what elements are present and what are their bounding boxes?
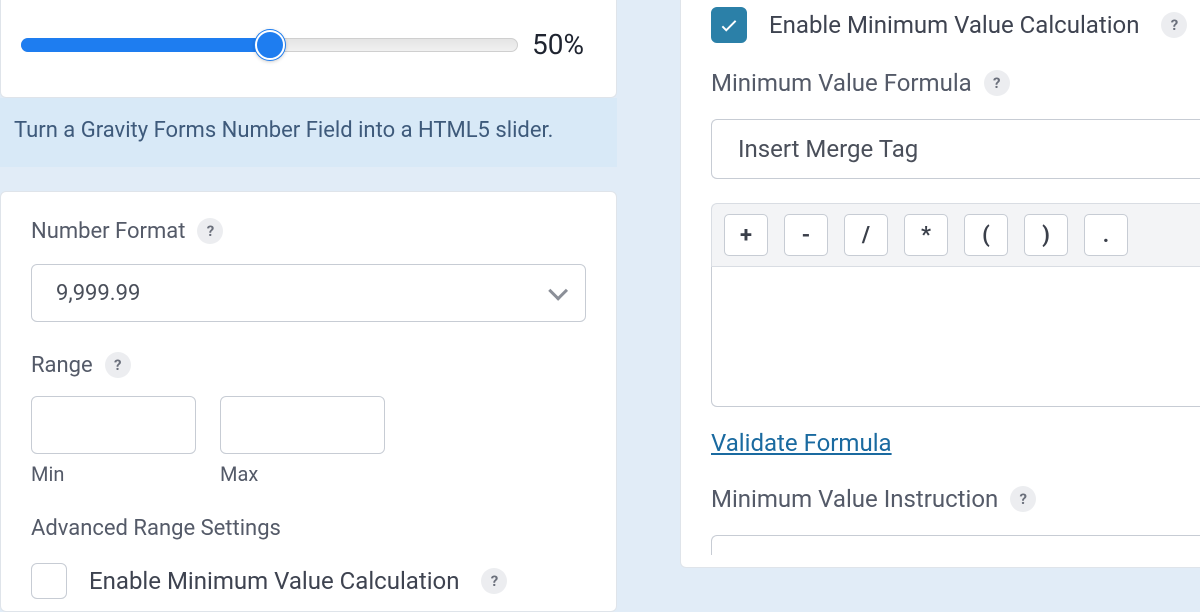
range-min-label: Min — [31, 462, 196, 486]
check-icon — [718, 14, 740, 36]
min-instruction-label-text: Minimum Value Instruction — [711, 485, 998, 513]
min-instruction-label: Minimum Value Instruction ? — [711, 485, 1200, 513]
field-settings-panel: Number Format ? 9,999.99 Range ? Min Max — [0, 191, 617, 612]
enable-min-calc-row-right: Enable Minimum Value Calculation ? — [711, 7, 1200, 43]
operator-toolbar: + - / * ( ) . — [711, 203, 1200, 267]
enable-min-calc-label: Enable Minimum Value Calculation — [89, 567, 459, 595]
left-column: 50% Turn a Gravity Forms Number Field in… — [0, 0, 617, 612]
operator-dot-button[interactable]: . — [1084, 214, 1128, 256]
formula-textarea[interactable] — [711, 267, 1200, 407]
slider-preview-panel: 50% — [0, 0, 617, 98]
range-min-input[interactable] — [31, 396, 196, 454]
operator-divide-button[interactable]: / — [844, 214, 888, 256]
operator-multiply-button[interactable]: * — [904, 214, 948, 256]
merge-tag-select[interactable]: Insert Merge Tag — [711, 119, 1200, 179]
validate-formula-link[interactable]: Validate Formula — [711, 429, 892, 457]
min-formula-label-text: Minimum Value Formula — [711, 69, 972, 97]
operator-plus-button[interactable]: + — [724, 214, 768, 256]
range-inputs: Min Max — [31, 396, 586, 486]
slider-row: 50% — [21, 28, 596, 61]
enable-min-calc-row-left: Enable Minimum Value Calculation ? — [31, 563, 586, 599]
help-icon[interactable]: ? — [481, 568, 507, 594]
help-icon[interactable]: ? — [1161, 12, 1187, 38]
help-icon[interactable]: ? — [105, 352, 131, 378]
advanced-range-heading: Advanced Range Settings — [31, 516, 586, 541]
number-format-label: Number Format ? — [31, 218, 586, 244]
calculation-panel: Enable Minimum Value Calculation ? Minim… — [680, 0, 1200, 568]
operator-close-paren-button[interactable]: ) — [1024, 214, 1068, 256]
help-icon[interactable]: ? — [984, 70, 1010, 96]
range-max-label: Max — [220, 462, 385, 486]
merge-tag-placeholder: Insert Merge Tag — [738, 135, 918, 163]
slider-thumb[interactable] — [255, 30, 285, 60]
operator-open-paren-button[interactable]: ( — [964, 214, 1008, 256]
number-format-select[interactable]: 9,999.99 — [31, 264, 586, 322]
right-column: Enable Minimum Value Calculation ? Minim… — [680, 0, 1200, 568]
range-max-input[interactable] — [220, 396, 385, 454]
min-formula-label: Minimum Value Formula ? — [711, 69, 1200, 97]
operator-minus-button[interactable]: - — [784, 214, 828, 256]
range-label: Range ? — [31, 352, 586, 378]
number-format-label-text: Number Format — [31, 219, 185, 244]
help-icon[interactable]: ? — [197, 218, 223, 244]
range-min-wrap: Min — [31, 396, 196, 486]
enable-min-calc-checkbox[interactable] — [711, 7, 747, 43]
slider-value: 50% — [532, 28, 596, 61]
min-instruction-input[interactable] — [711, 535, 1200, 555]
enable-min-calc-checkbox[interactable] — [31, 563, 67, 599]
enable-min-calc-label: Enable Minimum Value Calculation — [769, 11, 1139, 39]
slider-caption: Turn a Gravity Forms Number Field into a… — [0, 98, 617, 167]
number-format-selected: 9,999.99 — [56, 281, 140, 306]
range-max-wrap: Max — [220, 396, 385, 486]
range-block: Range ? Min Max — [31, 352, 586, 486]
help-icon[interactable]: ? — [1010, 486, 1036, 512]
slider-fill — [21, 38, 270, 52]
slider[interactable] — [21, 35, 518, 55]
chevron-down-icon — [548, 281, 568, 301]
range-label-text: Range — [31, 353, 93, 378]
